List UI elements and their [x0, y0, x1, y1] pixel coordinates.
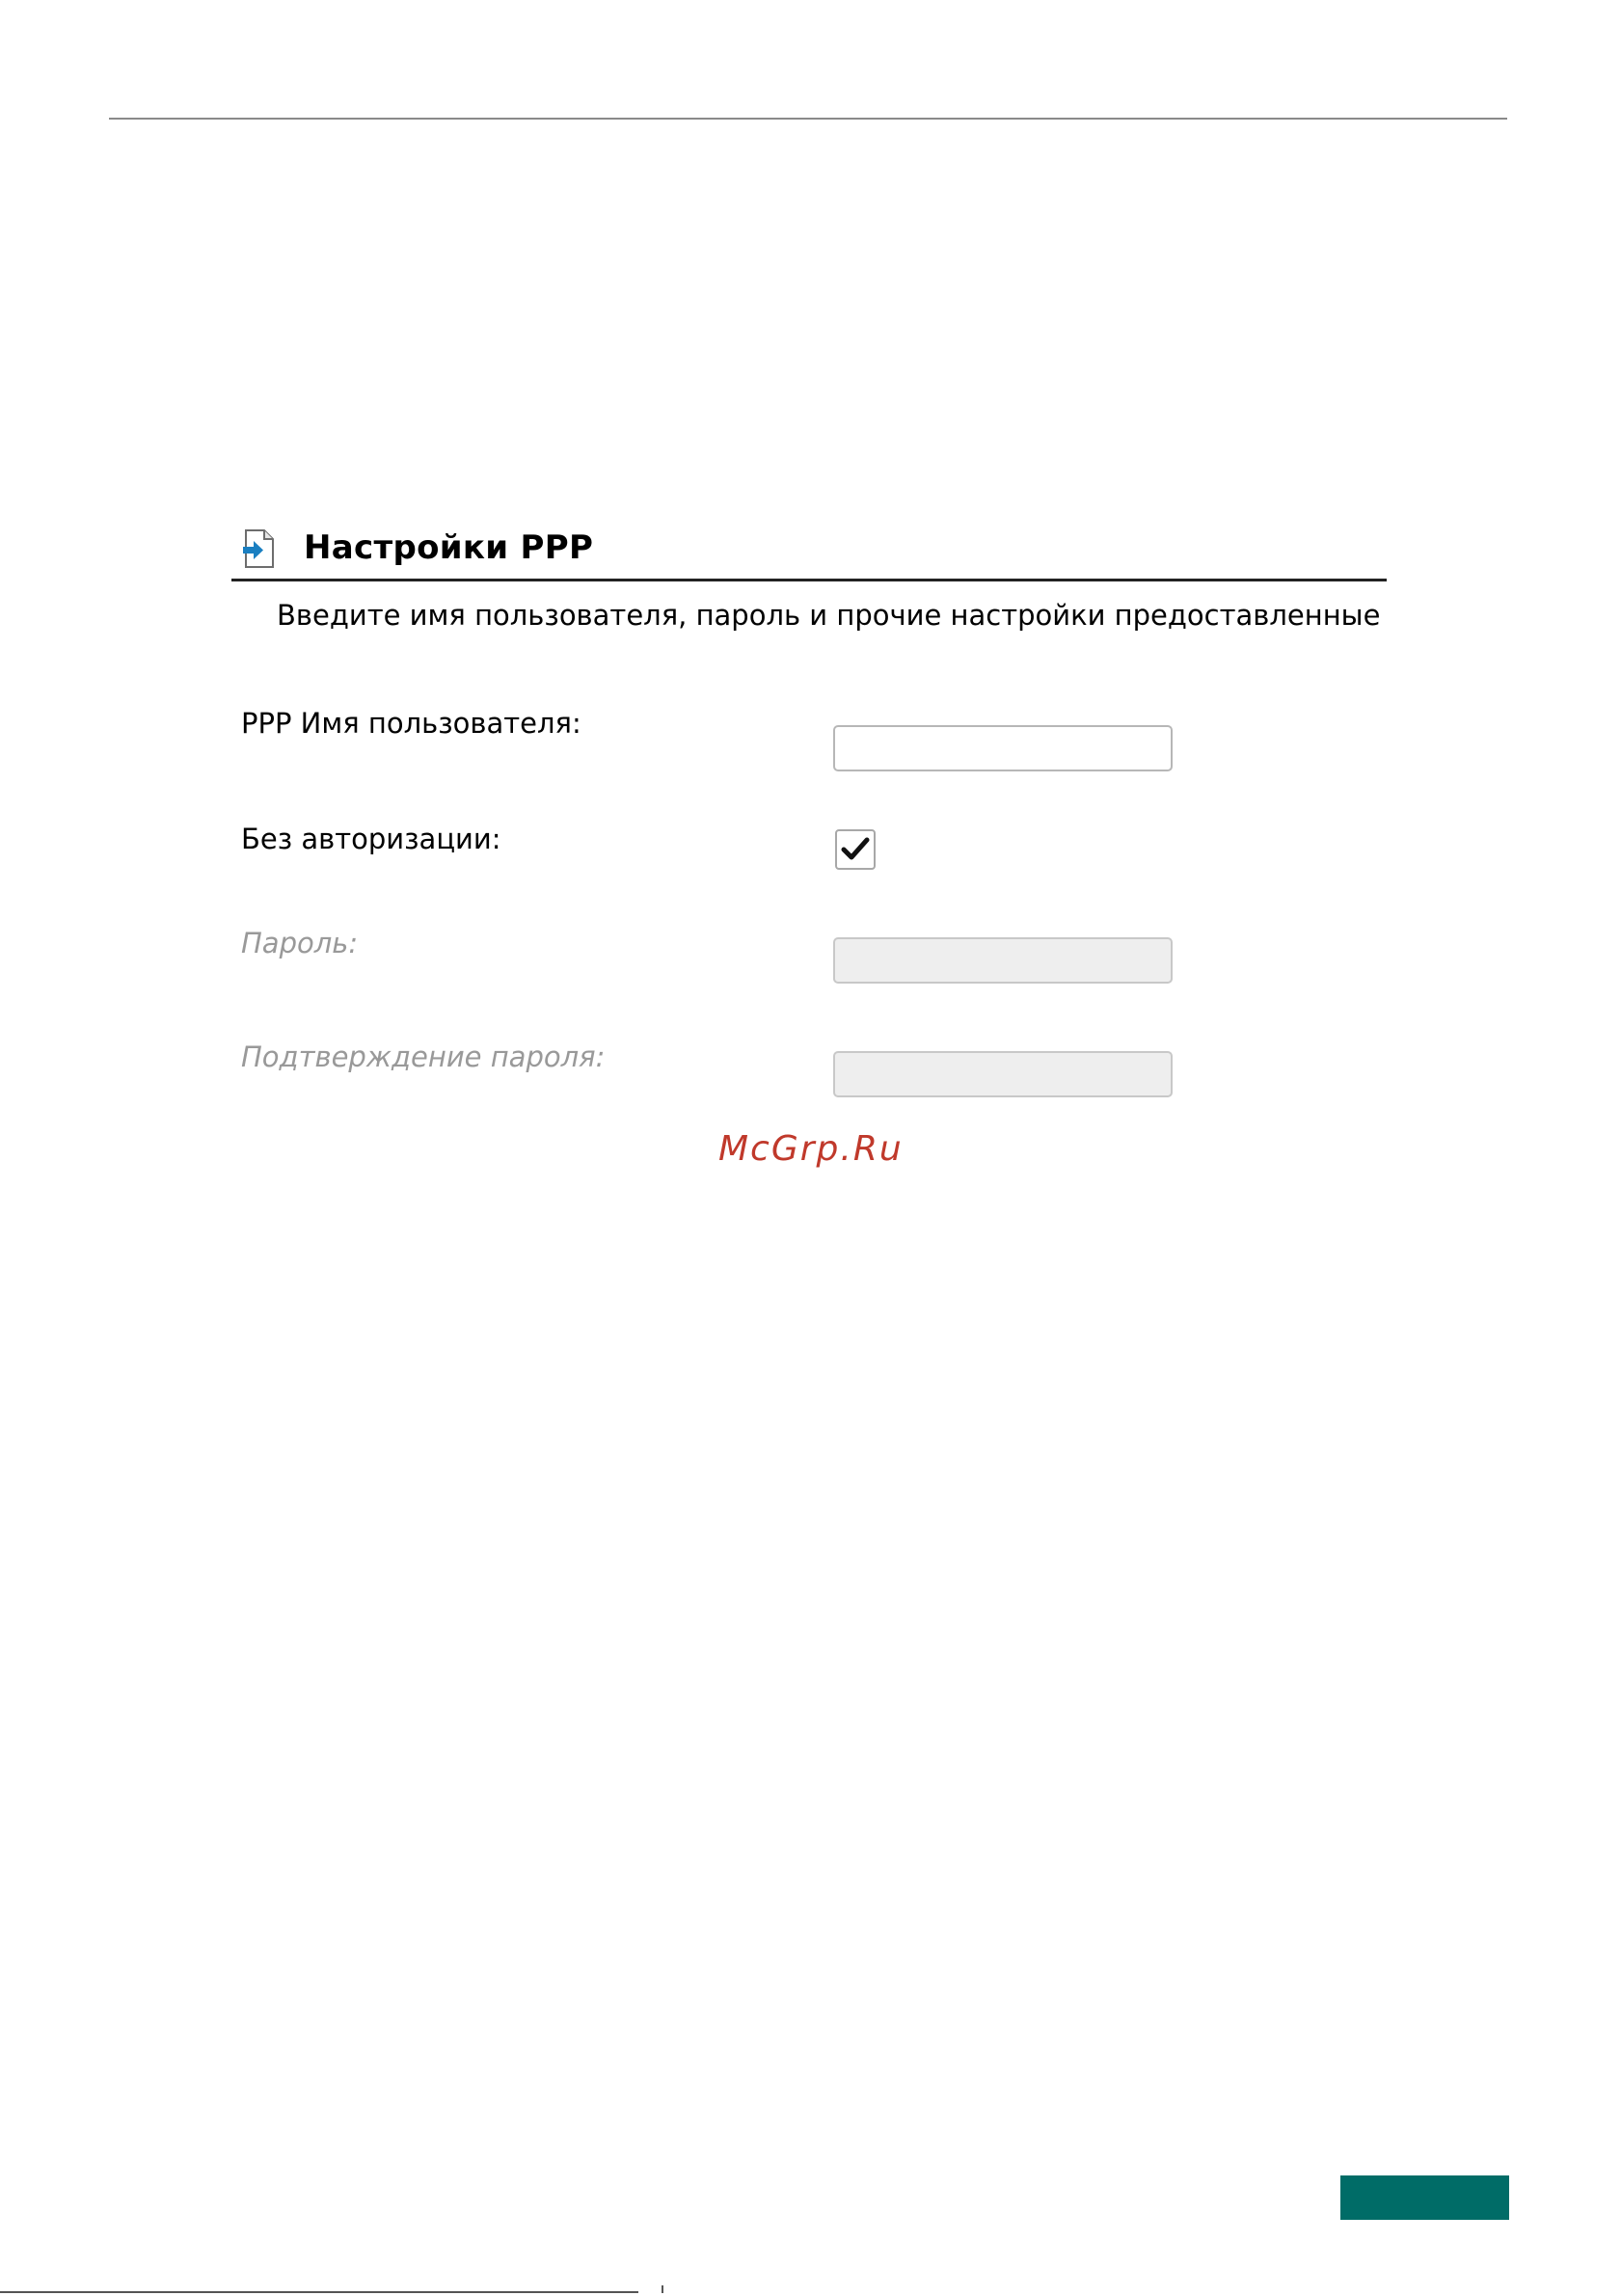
page-arrow-icon: [243, 528, 276, 569]
username-input[interactable]: [833, 725, 1173, 771]
watermark: McGrp.Ru: [718, 1129, 904, 1169]
ppp-settings-panel: Настройки PPP Введите имя пользователя, …: [231, 521, 1389, 1138]
username-label: PPP Имя пользователя:: [241, 707, 581, 740]
password-confirm-input[interactable]: [833, 1051, 1173, 1097]
footer-tick-mark: [662, 2285, 663, 2293]
footer-accent-block: [1340, 2175, 1509, 2220]
checkmark-icon: [841, 837, 870, 860]
no-auth-label: Без авторизации:: [241, 823, 501, 855]
section-instructions: Введите имя пользователя, пароль и прочи…: [277, 599, 1381, 632]
footer-divider: [0, 2291, 638, 2293]
password-input[interactable]: [833, 937, 1173, 984]
no-auth-checkbox[interactable]: [835, 829, 876, 870]
section-header: Настройки PPP: [231, 521, 1387, 581]
password-confirm-label: Подтверждение пароля:: [241, 1040, 606, 1073]
section-title: Настройки PPP: [304, 528, 594, 567]
password-label: Пароль:: [241, 927, 359, 959]
page-top-divider: [109, 118, 1507, 120]
